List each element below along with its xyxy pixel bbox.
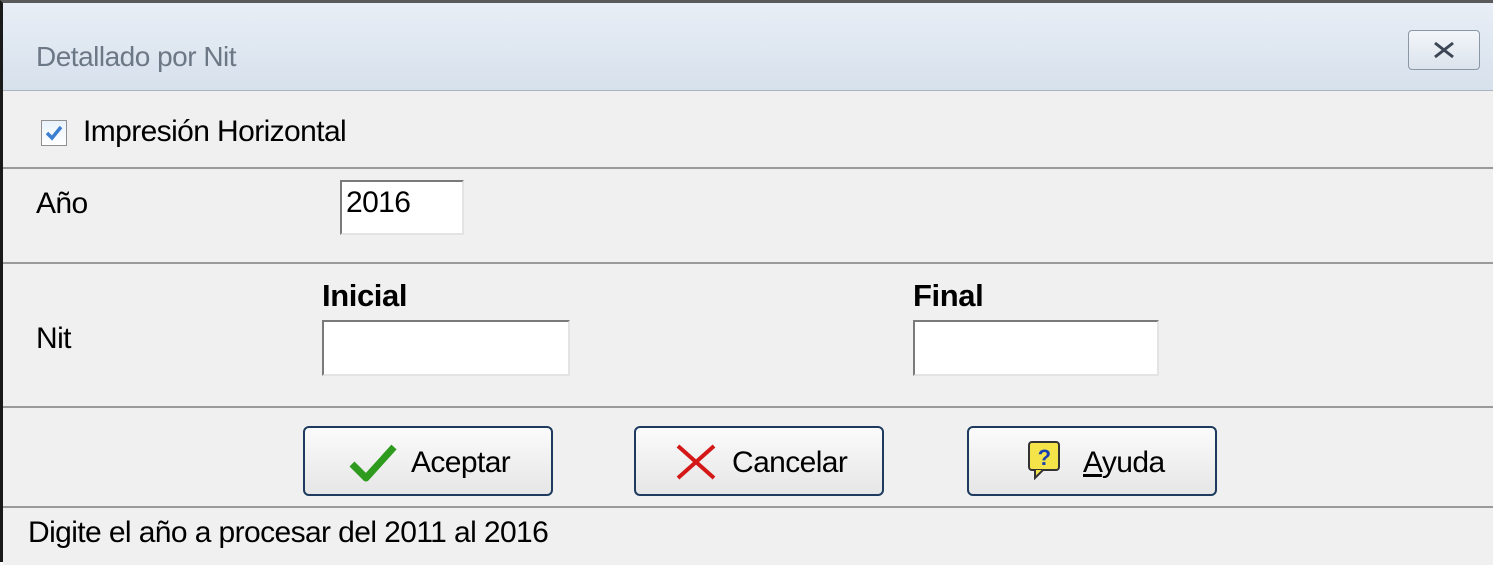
close-icon	[1434, 41, 1454, 59]
status-bar: Digite el año a procesar del 2011 al 201…	[3, 508, 1493, 565]
window-title: Detallado por Nit	[36, 41, 237, 72]
x-icon	[676, 444, 716, 480]
help-button[interactable]: ? Ayuda	[967, 426, 1217, 496]
nit-final-label: Final	[913, 278, 984, 313]
help-label: Ayuda	[1083, 446, 1165, 480]
cancel-button[interactable]: Cancelar	[634, 426, 884, 496]
nit-label: Nit	[36, 322, 71, 355]
nit-initial-input[interactable]	[322, 320, 570, 376]
checkmark-icon	[349, 444, 397, 482]
accept-label: Aceptar	[411, 446, 511, 479]
help-label-mnemonic: A	[1083, 446, 1102, 479]
year-input[interactable]: 2016	[340, 180, 464, 235]
button-bar: Aceptar Cancelar ? Ayuda	[3, 408, 1493, 508]
nit-initial-label: Inicial	[322, 278, 408, 313]
accept-button[interactable]: Aceptar	[303, 426, 553, 496]
title-bar: Detallado por Nit	[3, 3, 1493, 91]
cancel-label: Cancelar	[732, 446, 848, 479]
checkmark-tick-icon	[45, 125, 63, 141]
help-label-rest: yuda	[1101, 446, 1165, 479]
horizontal-print-checkbox[interactable]	[41, 120, 67, 146]
help-icon: ?	[1028, 441, 1060, 480]
year-section: Año 2016	[3, 169, 1493, 264]
status-text: Digite el año a procesar del 2011 al 201…	[28, 516, 549, 549]
horizontal-print-label: Impresión Horizontal	[83, 115, 347, 148]
options-section: Impresión Horizontal	[3, 91, 1493, 169]
svg-text:?: ?	[1038, 445, 1051, 470]
year-label: Año	[36, 187, 88, 220]
dialog-window: Detallado por Nit Impresión Horizontal A…	[0, 0, 1493, 565]
close-button[interactable]	[1408, 30, 1480, 70]
nit-final-input[interactable]	[913, 320, 1159, 376]
nit-section: Inicial Final Nit	[3, 264, 1493, 408]
